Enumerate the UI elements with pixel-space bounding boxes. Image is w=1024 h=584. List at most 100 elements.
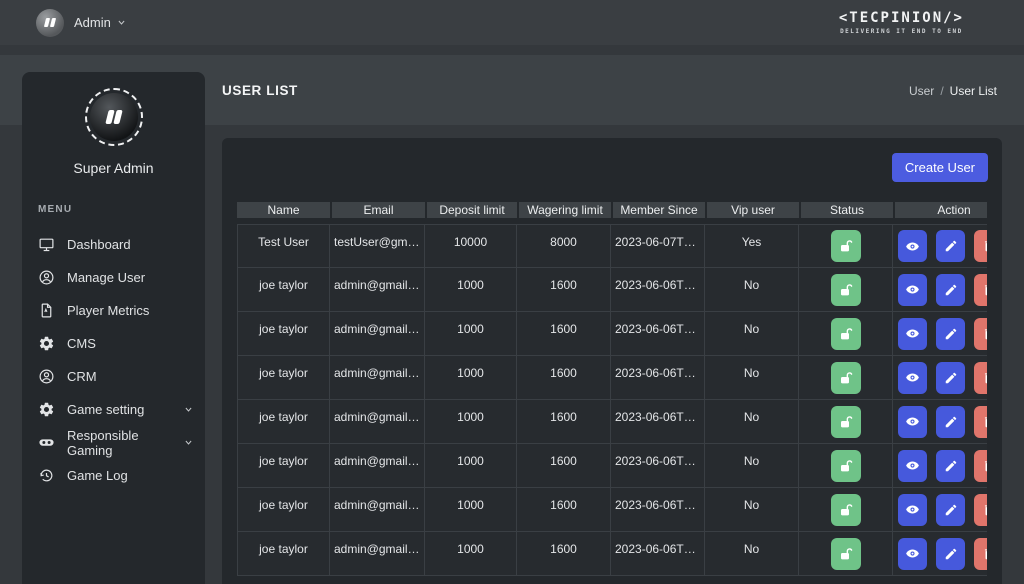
delete-button[interactable]	[974, 449, 987, 482]
status-unlock-button[interactable]	[830, 449, 861, 482]
cell-email: testUser@gmail…	[330, 224, 425, 268]
view-button[interactable]	[898, 317, 927, 350]
cell-vip-user: Yes	[705, 224, 799, 268]
admin-user-menu[interactable]: Admin	[36, 8, 126, 37]
cell-status	[799, 400, 893, 444]
mask-icon	[38, 434, 55, 451]
unlock-icon	[838, 414, 854, 430]
eye-icon	[905, 370, 920, 385]
cell-deposit-limit: 1000	[425, 356, 517, 400]
cell-deposit-limit: 1000	[425, 400, 517, 444]
trash-icon	[982, 283, 987, 297]
cell-status	[799, 268, 893, 312]
brand-logo: <TECPINION/> DELIVERING IT END TO END	[839, 10, 964, 35]
edit-button[interactable]	[936, 449, 965, 482]
status-unlock-button[interactable]	[830, 405, 861, 438]
edit-button[interactable]	[936, 317, 965, 350]
trash-icon	[982, 459, 987, 473]
cell-email: admin@gmail.c…	[330, 444, 425, 488]
cell-member-since: 2023-06-06T08:…	[611, 488, 705, 532]
unlock-icon	[838, 502, 854, 518]
sidebar-item-manage-user[interactable]: Manage User	[22, 261, 205, 294]
table-row: joe taylor admin@gmail.c… 1000 1600 2023…	[237, 488, 987, 532]
sidebar: Super Admin MENU Dashboard Manage User P…	[22, 72, 205, 584]
table-row: joe taylor admin@gmail.c… 1000 1600 2023…	[237, 400, 987, 444]
view-button[interactable]	[898, 449, 927, 482]
edit-button[interactable]	[936, 493, 965, 526]
table-row: joe taylor admin@gmail.c… 1000 1600 2023…	[237, 312, 987, 356]
cell-action	[893, 532, 987, 576]
breadcrumb-separator: /	[940, 84, 944, 98]
sidebar-item-crm[interactable]: CRM	[22, 360, 205, 393]
unlock-icon	[838, 546, 854, 562]
view-button[interactable]	[898, 493, 927, 526]
admin-avatar	[36, 8, 64, 37]
status-unlock-button[interactable]	[830, 361, 861, 394]
trash-icon	[982, 547, 987, 561]
dashboard-icon	[38, 236, 55, 253]
cell-deposit-limit: 1000	[425, 268, 517, 312]
cell-action	[893, 488, 987, 532]
eye-icon	[905, 546, 920, 561]
table-row: joe taylor admin@gmail.c… 1000 1600 2023…	[237, 356, 987, 400]
delete-button[interactable]	[974, 537, 987, 570]
view-button[interactable]	[898, 361, 927, 394]
delete-button[interactable]	[974, 493, 987, 526]
edit-button[interactable]	[936, 537, 965, 570]
cell-name: joe taylor	[237, 532, 330, 576]
sidebar-item-game-log[interactable]: Game Log	[22, 459, 205, 492]
sidebar-item-label: Player Metrics	[67, 303, 150, 318]
cell-vip-user: No	[705, 532, 799, 576]
cell-action	[893, 224, 987, 268]
delete-button[interactable]	[974, 230, 987, 262]
status-unlock-button[interactable]	[830, 273, 861, 306]
user-circle-icon	[38, 368, 55, 385]
trash-icon	[982, 239, 987, 253]
pencil-icon	[944, 239, 958, 253]
cell-status	[799, 224, 893, 268]
status-unlock-button[interactable]	[830, 493, 861, 526]
sidebar-item-game-setting[interactable]: Game setting	[22, 393, 205, 426]
cell-member-since: 2023-06-06T08:…	[611, 268, 705, 312]
cell-wagering-limit: 8000	[517, 224, 611, 268]
edit-button[interactable]	[936, 405, 965, 438]
cell-wagering-limit: 1600	[517, 532, 611, 576]
pencil-icon	[944, 503, 958, 517]
unlock-icon	[838, 238, 854, 254]
edit-button[interactable]	[936, 273, 965, 306]
delete-button[interactable]	[974, 361, 987, 394]
cell-name: joe taylor	[237, 400, 330, 444]
table-row: Test User testUser@gmail… 10000 8000 202…	[237, 224, 987, 268]
status-unlock-button[interactable]	[830, 230, 861, 262]
sidebar-item-dashboard[interactable]: Dashboard	[22, 228, 205, 261]
view-button[interactable]	[898, 537, 927, 570]
history-icon	[38, 467, 55, 484]
status-unlock-button[interactable]	[830, 317, 861, 350]
edit-button[interactable]	[936, 361, 965, 394]
sidebar-item-responsible-gaming[interactable]: Responsible Gaming	[22, 426, 205, 459]
cell-member-since: 2023-06-06T08:…	[611, 532, 705, 576]
table-row: joe taylor admin@gmail.c… 1000 1600 2023…	[237, 532, 987, 576]
cell-wagering-limit: 1600	[517, 268, 611, 312]
user-list-card: Create User Name Email Deposit limit Wag…	[222, 138, 1002, 584]
admin-user-label: Admin	[74, 15, 111, 30]
cell-member-since: 2023-06-06T08:…	[611, 312, 705, 356]
breadcrumb-user-link[interactable]: User	[909, 84, 934, 98]
edit-button[interactable]	[936, 230, 965, 262]
sidebar-item-label: CRM	[67, 369, 97, 384]
sidebar-item-cms[interactable]: CMS	[22, 327, 205, 360]
view-button[interactable]	[898, 230, 927, 262]
status-unlock-button[interactable]	[830, 537, 861, 570]
create-user-button[interactable]: Create User	[891, 153, 988, 182]
eye-icon	[905, 282, 920, 297]
brand-logo-tagline: DELIVERING IT END TO END	[840, 28, 963, 35]
view-button[interactable]	[898, 405, 927, 438]
cell-deposit-limit: 1000	[425, 444, 517, 488]
delete-button[interactable]	[974, 273, 987, 306]
cell-wagering-limit: 1600	[517, 400, 611, 444]
sidebar-item-player-metrics[interactable]: Player Metrics	[22, 294, 205, 327]
view-button[interactable]	[898, 273, 927, 306]
delete-button[interactable]	[974, 405, 987, 438]
delete-button[interactable]	[974, 317, 987, 350]
menu-section-label: MENU	[38, 204, 73, 215]
